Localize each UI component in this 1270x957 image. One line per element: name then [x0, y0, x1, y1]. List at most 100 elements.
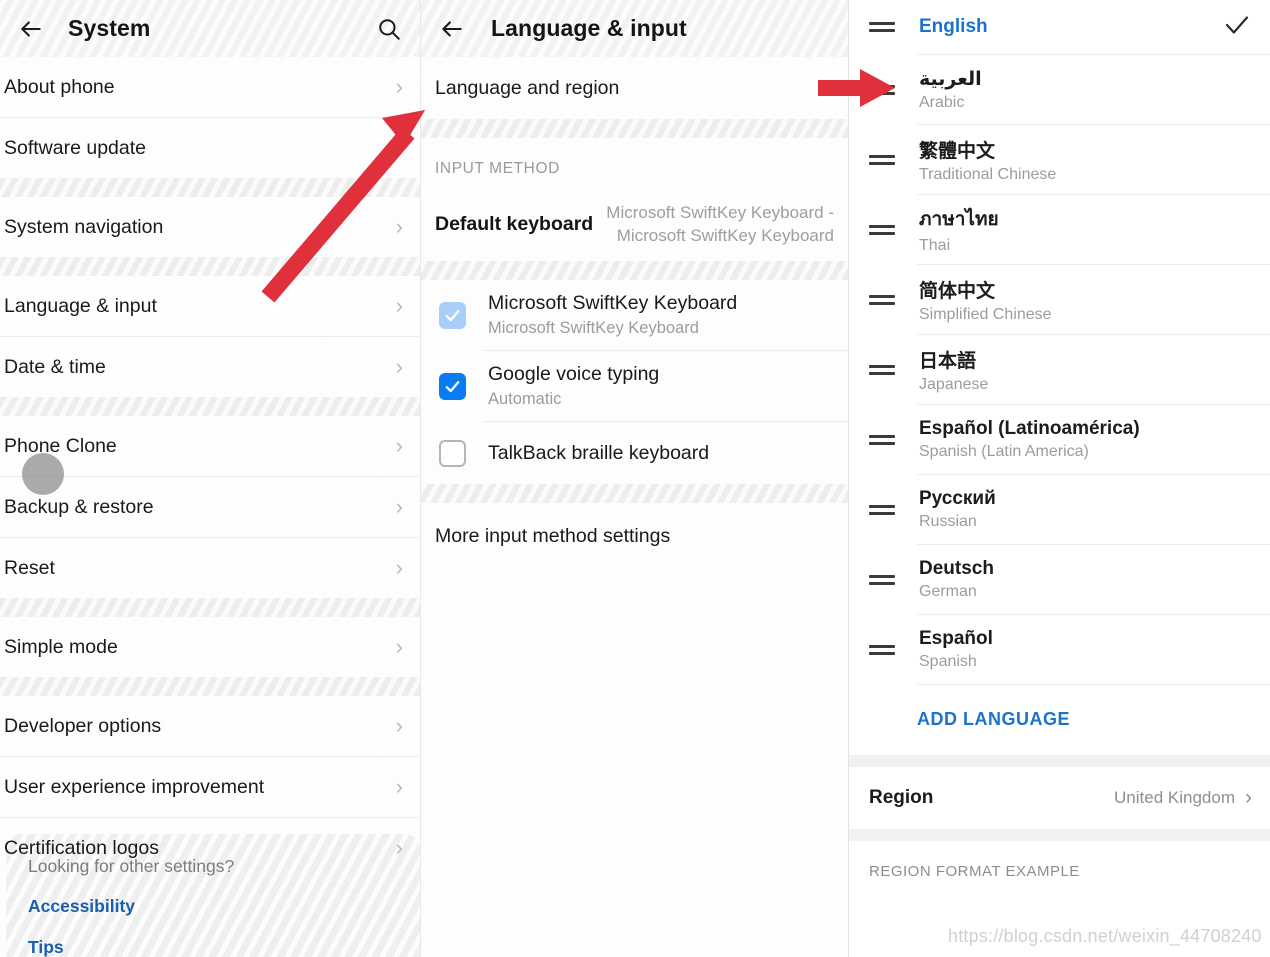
- language-item-spanish[interactable]: Español Spanish: [849, 615, 1270, 684]
- language-native-name: 繁體中文: [919, 136, 1056, 163]
- checkbox-row-google-voice-typing[interactable]: Google voice typing Automatic: [421, 351, 848, 421]
- checkbox-google-voice-typing[interactable]: [439, 373, 466, 400]
- chevron-right-icon: ›: [396, 557, 403, 579]
- language-native-name: Русский: [919, 488, 996, 510]
- sidebar-item-system-navigation[interactable]: System navigation ›: [0, 197, 420, 257]
- sidebar-item-about-phone[interactable]: About phone ›: [0, 57, 420, 117]
- language-item-arabic[interactable]: العربية Arabic: [849, 55, 1270, 124]
- row-label: Phone Clone: [0, 435, 117, 458]
- sidebar-item-language-and-input[interactable]: Language & input ›: [0, 276, 420, 336]
- check-icon: [1222, 10, 1252, 45]
- language-native-name: العربية: [919, 68, 982, 91]
- group-separator: [0, 397, 420, 416]
- row-label: Developer options: [0, 715, 161, 738]
- language-english-name: Japanese: [919, 376, 988, 394]
- drag-handle-icon[interactable]: [869, 291, 895, 309]
- page-title: System: [68, 15, 150, 42]
- divider: [0, 117, 420, 118]
- drag-handle-icon[interactable]: [869, 81, 895, 99]
- group-separator: [0, 598, 420, 617]
- language-english-name: Arabic: [919, 94, 982, 112]
- drag-handle-icon[interactable]: [869, 151, 895, 169]
- drag-handle-icon[interactable]: [869, 641, 895, 659]
- watermark-url: https://blog.csdn.net/weixin_44708240: [948, 926, 1262, 947]
- group-separator: [421, 484, 848, 503]
- language-item-spanish-latin-america[interactable]: Español (Latinoamérica) Spanish (Latin A…: [849, 405, 1270, 474]
- language-texts: العربية Arabic: [919, 68, 982, 112]
- chevron-right-icon: ›: [396, 435, 403, 457]
- checkbox-swiftkey[interactable]: [439, 302, 466, 329]
- sidebar-item-developer-options[interactable]: Developer options ›: [0, 696, 420, 756]
- chevron-right-icon: ›: [396, 295, 403, 317]
- group-separator: [0, 677, 420, 696]
- language-texts: Español Spanish: [919, 628, 993, 671]
- row-more-input-method-settings[interactable]: More input method settings: [421, 503, 848, 570]
- back-arrow-icon[interactable]: [435, 12, 469, 46]
- sidebar-item-backup-and-restore[interactable]: Backup & restore ›: [0, 477, 420, 537]
- language-native-name: 简体中文: [919, 276, 1052, 303]
- group-separator: [0, 257, 420, 276]
- drag-handle-icon[interactable]: [869, 18, 895, 36]
- language-item-thai[interactable]: ภาษาไทย Thai: [849, 195, 1270, 264]
- sidebar-item-user-experience-improvement[interactable]: User experience improvement ›: [0, 757, 420, 817]
- row-language-and-region[interactable]: Language and region: [421, 57, 848, 119]
- language-item-german[interactable]: Deutsch German: [849, 545, 1270, 614]
- row-label: Language and region: [421, 77, 619, 100]
- touch-point-indicator: [22, 453, 64, 495]
- language-item-english[interactable]: English: [849, 0, 1270, 54]
- language-native-name: Español: [919, 628, 993, 650]
- language-english-name: Traditional Chinese: [919, 166, 1056, 184]
- language-native-name: Deutsch: [919, 558, 994, 580]
- chevron-right-icon: ›: [396, 356, 403, 378]
- language-item-traditional-chinese[interactable]: 繁體中文 Traditional Chinese: [849, 125, 1270, 194]
- chevron-right-icon: ›: [396, 137, 403, 159]
- back-arrow-icon[interactable]: [14, 12, 48, 46]
- checkbox-talkback-braille[interactable]: [439, 440, 466, 467]
- language-item-simplified-chinese[interactable]: 简体中文 Simplified Chinese: [849, 265, 1270, 334]
- group-separator: [849, 755, 1270, 767]
- row-region[interactable]: Region United Kingdom ›: [849, 767, 1270, 829]
- search-icon[interactable]: [372, 12, 406, 46]
- language-texts: Deutsch German: [919, 558, 994, 601]
- drag-handle-icon[interactable]: [869, 571, 895, 589]
- language-item-japanese[interactable]: 日本語 Japanese: [849, 335, 1270, 404]
- language-texts: ภาษาไทย Thai: [919, 204, 999, 255]
- drag-handle-icon[interactable]: [869, 431, 895, 449]
- language-english-name: Simplified Chinese: [919, 306, 1052, 324]
- language-input-list: Language and region INPUT METHOD Default…: [421, 57, 848, 570]
- chevron-right-icon: ›: [1245, 786, 1252, 810]
- sidebar-item-software-update[interactable]: Software update ›: [0, 118, 420, 178]
- language-english-name: Spanish: [919, 653, 993, 671]
- language-texts: 简体中文 Simplified Chinese: [919, 276, 1052, 324]
- row-default-keyboard[interactable]: Default keyboard Microsoft SwiftKey Keyb…: [421, 190, 848, 261]
- language-english-name: German: [919, 583, 994, 601]
- row-label: Software update: [0, 137, 146, 160]
- row-label: Reset: [0, 557, 55, 580]
- divider: [0, 537, 420, 538]
- page-title: Language & input: [491, 15, 687, 42]
- sidebar-item-reset[interactable]: Reset ›: [0, 538, 420, 598]
- language-input-panel: Language & input Language and region INP…: [420, 0, 848, 957]
- screenshot-root: System About phone › Software update ›: [0, 0, 1270, 957]
- drag-handle-icon[interactable]: [869, 361, 895, 379]
- add-language-button[interactable]: ADD LANGUAGE: [849, 685, 1270, 755]
- checkbox-row-talkback-braille[interactable]: TalkBack braille keyboard: [421, 422, 848, 484]
- link-accessibility[interactable]: Accessibility: [28, 896, 420, 917]
- default-keyboard-label: Default keyboard: [435, 213, 593, 236]
- drag-handle-icon[interactable]: [869, 221, 895, 239]
- checkbox-texts: Google voice typing Automatic: [488, 363, 659, 409]
- group-separator: [0, 178, 420, 197]
- language-texts: Español (Latinoamérica) Spanish (Latin A…: [919, 418, 1140, 461]
- sidebar-item-simple-mode[interactable]: Simple mode ›: [0, 617, 420, 677]
- divider: [0, 756, 420, 757]
- sidebar-item-date-and-time[interactable]: Date & time ›: [0, 337, 420, 397]
- link-tips[interactable]: Tips: [28, 937, 420, 957]
- drag-handle-icon[interactable]: [869, 501, 895, 519]
- language-texts: English: [919, 16, 988, 38]
- language-english-name: Thai: [919, 237, 999, 255]
- checkbox-row-swiftkey[interactable]: Microsoft SwiftKey Keyboard Microsoft Sw…: [421, 280, 848, 350]
- language-item-russian[interactable]: Русский Russian: [849, 475, 1270, 544]
- checkbox-texts: TalkBack braille keyboard: [488, 442, 709, 465]
- row-label: User experience improvement: [0, 776, 264, 799]
- row-label: Date & time: [0, 356, 106, 379]
